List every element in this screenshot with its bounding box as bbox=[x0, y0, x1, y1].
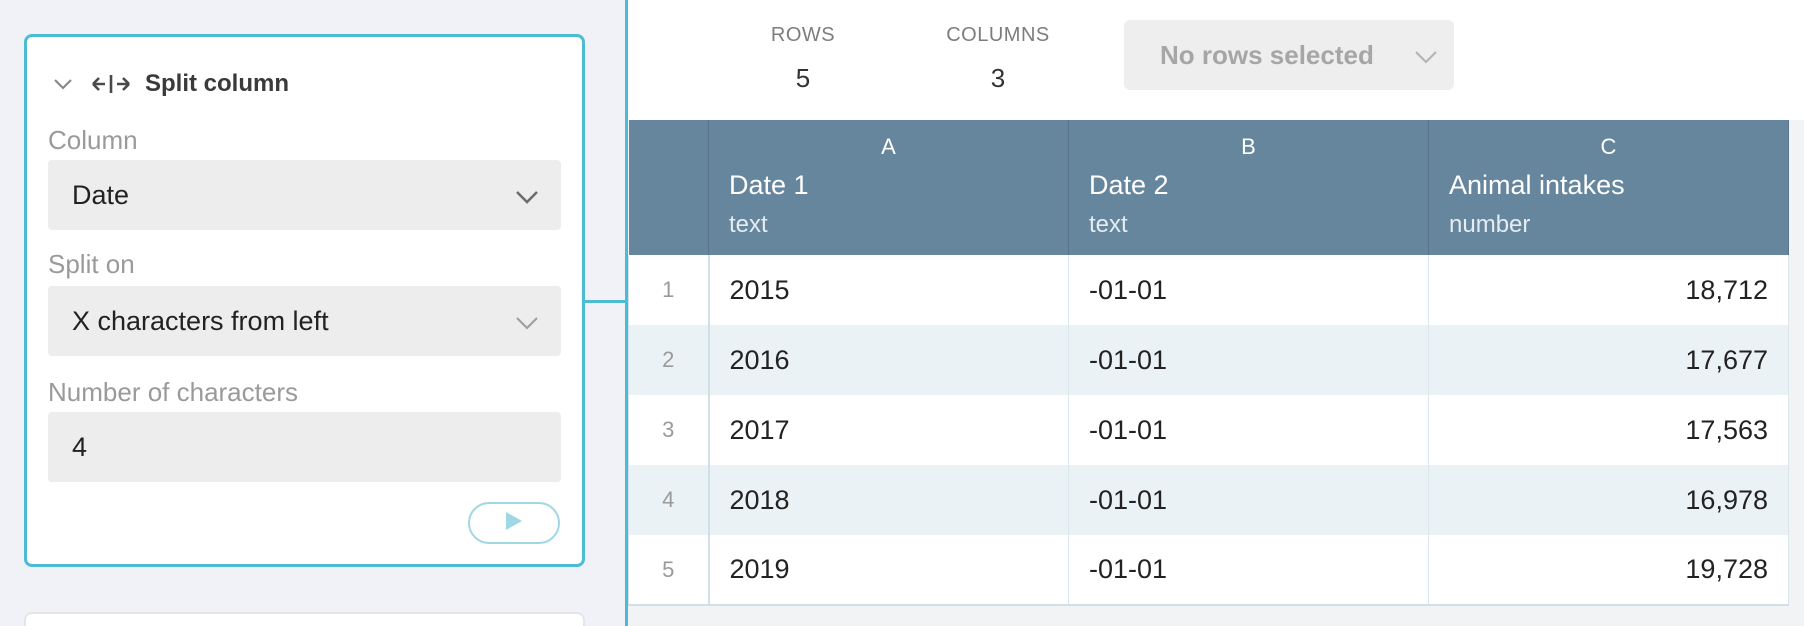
module-panel: Split column Column Date Split on X char… bbox=[0, 0, 626, 626]
chevron-down-icon bbox=[513, 308, 541, 336]
table-row[interactable]: 2 2016 -01-01 17,677 bbox=[628, 325, 1789, 395]
columns-label: COLUMNS bbox=[946, 24, 1050, 46]
module-header: Split column bbox=[51, 67, 289, 101]
column-header-b[interactable]: B Date 2 text bbox=[1068, 120, 1429, 255]
columns-count: 3 bbox=[990, 63, 1006, 93]
split-on-select-value: X characters from left bbox=[72, 305, 329, 336]
column-header-c[interactable]: C Animal intakes number bbox=[1428, 120, 1789, 255]
column-letter: A bbox=[881, 134, 896, 159]
column-type: text bbox=[729, 211, 768, 238]
cell-date-2[interactable]: -01-01 bbox=[1068, 255, 1429, 325]
table-row[interactable]: 5 2019 -01-01 19,728 bbox=[628, 535, 1789, 606]
num-chars-value: 4 bbox=[72, 431, 88, 462]
row-number-header bbox=[628, 120, 709, 255]
row-selection-dropdown[interactable]: No rows selected bbox=[1124, 20, 1454, 90]
columns-stat: COLUMNS 3 bbox=[938, 24, 1058, 94]
rows-label: ROWS bbox=[770, 24, 836, 46]
row-number: 4 bbox=[628, 465, 710, 535]
table-row[interactable]: 4 2018 -01-01 16,978 bbox=[628, 465, 1789, 535]
module-connector bbox=[584, 300, 626, 303]
split-on-select[interactable]: X characters from left bbox=[48, 286, 561, 356]
column-name: Date 2 bbox=[1089, 170, 1169, 200]
table-row[interactable]: 3 2017 -01-01 17,563 bbox=[628, 395, 1789, 465]
column-letter: C bbox=[1600, 134, 1617, 159]
column-name: Animal intakes bbox=[1449, 170, 1625, 200]
split-column-icon bbox=[91, 72, 131, 96]
row-number: 5 bbox=[628, 535, 710, 606]
rows-stat: ROWS 5 bbox=[763, 24, 843, 94]
data-table: A Date 1 text B Date 2 text C Animal int… bbox=[628, 120, 1789, 606]
row-number: 2 bbox=[628, 325, 710, 395]
table-pane: ROWS 5 COLUMNS 3 No rows selected A Date… bbox=[628, 0, 1804, 626]
cell-date-2[interactable]: -01-01 bbox=[1068, 465, 1429, 535]
column-name: Date 1 bbox=[729, 170, 809, 200]
cell-date-2[interactable]: -01-01 bbox=[1068, 535, 1429, 606]
cell-animal-intakes[interactable]: 18,712 bbox=[1428, 255, 1789, 325]
column-select-value: Date bbox=[72, 179, 130, 210]
cell-date-2[interactable]: -01-01 bbox=[1068, 325, 1429, 395]
row-selection-label: No rows selected bbox=[1160, 39, 1374, 70]
cell-animal-intakes[interactable]: 17,677 bbox=[1428, 325, 1789, 395]
num-chars-label: Number of characters bbox=[48, 377, 298, 407]
play-icon bbox=[504, 510, 524, 537]
split-column-module: Split column Column Date Split on X char… bbox=[24, 34, 585, 567]
cell-date-1[interactable]: 2017 bbox=[708, 395, 1069, 465]
split-on-label: Split on bbox=[48, 249, 135, 279]
cell-animal-intakes[interactable]: 16,978 bbox=[1428, 465, 1789, 535]
cell-animal-intakes[interactable]: 19,728 bbox=[1428, 535, 1789, 606]
cell-date-1[interactable]: 2018 bbox=[708, 465, 1069, 535]
cell-animal-intakes[interactable]: 17,563 bbox=[1428, 395, 1789, 465]
column-type: text bbox=[1089, 211, 1128, 238]
column-header-a[interactable]: A Date 1 text bbox=[708, 120, 1069, 255]
row-number: 1 bbox=[628, 255, 710, 325]
column-type: number bbox=[1449, 211, 1531, 238]
column-letter: B bbox=[1241, 134, 1256, 159]
cell-date-1[interactable]: 2015 bbox=[708, 255, 1069, 325]
chevron-down-icon bbox=[513, 182, 541, 210]
cell-date-2[interactable]: -01-01 bbox=[1068, 395, 1429, 465]
row-number: 3 bbox=[628, 395, 710, 465]
column-select[interactable]: Date bbox=[48, 160, 561, 230]
chevron-down-icon bbox=[1412, 42, 1440, 70]
num-chars-input[interactable]: 4 bbox=[48, 412, 561, 482]
cell-date-1[interactable]: 2019 bbox=[708, 535, 1069, 606]
cell-date-1[interactable]: 2016 bbox=[708, 325, 1069, 395]
run-button[interactable] bbox=[468, 502, 560, 544]
column-label: Column bbox=[48, 125, 138, 155]
table-header-row: A Date 1 text B Date 2 text C Animal int… bbox=[628, 120, 1789, 255]
table-stats-bar: ROWS 5 COLUMNS 3 No rows selected bbox=[628, 0, 1804, 120]
table-row[interactable]: 1 2015 -01-01 18,712 bbox=[628, 255, 1789, 325]
module-title: Split column bbox=[145, 70, 289, 97]
next-module-card bbox=[24, 612, 585, 626]
rows-count: 5 bbox=[795, 63, 811, 93]
chevron-down-icon[interactable] bbox=[51, 72, 75, 96]
